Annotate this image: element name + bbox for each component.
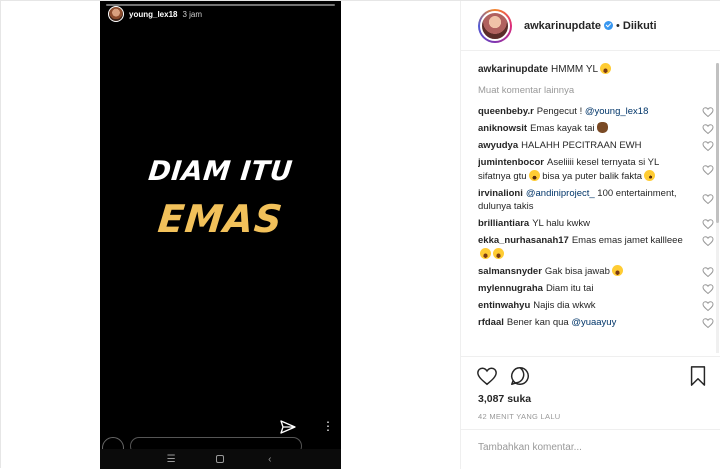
comment-row: awyudya HALAHH PECITRAAN EWH	[478, 139, 714, 153]
profile-avatar[interactable]	[478, 8, 512, 43]
like-comment-icon[interactable]	[702, 218, 714, 230]
comment-username[interactable]: mylennugraha	[478, 283, 543, 294]
comment-mention[interactable]: @yuaayuy	[571, 317, 616, 328]
comment-text: HALAHH PECITRAAN EWH	[521, 140, 642, 151]
like-comment-icon[interactable]	[702, 235, 714, 247]
comment-row: brilliantiara YL halu kwkw	[478, 217, 714, 231]
like-comment-icon[interactable]	[702, 317, 714, 329]
comment-username[interactable]: awyudya	[478, 140, 518, 151]
comment-username[interactable]: irvinalioni	[478, 188, 523, 199]
verified-icon	[604, 20, 614, 30]
comment-row: aniknowsit Emas kayak tai	[478, 122, 714, 136]
post-actions: 3,087 suka 42 MENIT YANG LALU	[461, 356, 720, 436]
comment-text-continued: bisa ya puter balik fakta	[539, 170, 643, 182]
like-comment-icon[interactable]	[702, 106, 714, 118]
comments-list[interactable]: awkarinupdate HMMM YL Muat komentar lainn…	[478, 63, 714, 355]
comment-text: Emas emas jamet kallleee	[571, 235, 683, 246]
like-comment-icon[interactable]	[702, 300, 714, 312]
comment-text: YL halu kwkw	[532, 218, 590, 229]
send-icon	[280, 420, 296, 434]
story-text-line2: EMAS	[155, 197, 286, 241]
bookmark-icon[interactable]	[687, 365, 709, 387]
comment-username[interactable]: brilliantiara	[478, 218, 529, 229]
story-screenshot: young_lex18 3 jam DIAM ITU EMAS ⋮ ☰ ‹	[100, 1, 341, 469]
comment-text: Pengecut !	[536, 106, 585, 117]
post-username-text: awkarinupdate	[524, 19, 602, 32]
like-comment-icon[interactable]	[702, 266, 714, 278]
story-avatar	[108, 6, 124, 22]
comment-text: Diam itu tai	[545, 282, 594, 294]
comment-username[interactable]: salmansnyder	[478, 266, 542, 277]
scrollbar-thumb[interactable]	[716, 63, 719, 223]
story-header: young_lex18 3 jam	[108, 6, 202, 22]
comment-text: Bener kan qua	[506, 316, 572, 328]
poop-emoji-icon	[596, 122, 608, 133]
comment-text: Najis dia wkwk	[533, 299, 596, 311]
story-text-line1: DIAM ITU	[146, 156, 295, 187]
instagram-post-window: young_lex18 3 jam DIAM ITU EMAS ⋮ ☰ ‹ aw…	[0, 0, 720, 469]
comment-text: Emas kayak tai	[530, 123, 595, 134]
like-comment-icon[interactable]	[702, 140, 714, 152]
android-navbar: ☰ ‹	[100, 449, 341, 469]
avatar-image	[480, 10, 510, 41]
comment-row: jumintenbocor Aseliiii kesel ternyata si …	[478, 156, 714, 183]
back-icon: ‹	[268, 453, 272, 465]
comment-row: ekka_nurhasanah17 Emas emas jamet kalllee…	[478, 234, 714, 261]
comment-row: entinwahyu Najis dia wkwk	[478, 299, 714, 313]
tired-emoji-icon	[528, 169, 540, 181]
comment-row: salmansnyder Gak bisa jawab	[478, 264, 714, 279]
comment-row: queenbeby.r Pengecut ! @young_lex18	[478, 105, 714, 119]
like-comment-icon[interactable]	[702, 283, 714, 295]
comment-mention[interactable]: @andiniproject_	[526, 188, 595, 199]
more-options-icon: ⋮	[322, 419, 334, 433]
comment-bubble-icon[interactable]	[509, 365, 531, 387]
comment-mention[interactable]: @young_lex18	[585, 106, 649, 117]
recent-apps-icon: ☰	[166, 453, 176, 465]
like-heart-icon[interactable]	[476, 365, 498, 387]
comment-username[interactable]: entinwahyu	[478, 300, 530, 311]
story-username: young_lex18	[129, 9, 178, 19]
comment-username[interactable]: ekka_nurhasanah17	[478, 235, 569, 246]
smirk-emoji-icon	[644, 169, 656, 181]
laughing-emoji-icon	[611, 264, 623, 276]
media-panel: young_lex18 3 jam DIAM ITU EMAS ⋮ ☰ ‹	[1, 1, 460, 469]
post-timestamp: 42 MENIT YANG LALU	[478, 412, 561, 421]
caption-username[interactable]: awkarinupdate	[478, 64, 548, 75]
comment-text: Gak bisa jawab	[544, 265, 610, 277]
following-button[interactable]: Diikuti	[623, 20, 657, 32]
comment-username[interactable]: jumintenbocor	[478, 157, 544, 168]
add-comment-bar	[461, 429, 720, 469]
laughing-emoji-icon	[480, 247, 491, 259]
comment-username[interactable]: queenbeby.r	[478, 106, 534, 117]
separator-dot: •	[616, 19, 620, 32]
like-comment-icon[interactable]	[702, 164, 714, 176]
add-comment-input[interactable]	[478, 442, 703, 453]
post-sidebar: awkarinupdate • Diikuti awkarinupdate HMM…	[460, 1, 720, 469]
likes-count[interactable]: 3,087 suka	[478, 393, 531, 405]
comment-row: mylennugraha Diam itu tai	[478, 282, 714, 296]
laughing-emoji-icon	[600, 63, 612, 74]
story-time: 3 jam	[182, 9, 203, 19]
like-comment-icon[interactable]	[702, 193, 714, 205]
load-more-comments-link[interactable]: Muat komentar lainnya	[478, 85, 714, 96]
comment-username[interactable]: aniknowsit	[478, 123, 527, 134]
comment-username[interactable]: rfdaal	[478, 317, 504, 328]
comments-scrollbar[interactable]	[716, 63, 719, 353]
home-icon	[216, 455, 225, 463]
laughing-emoji-icon	[493, 247, 504, 259]
caption-text: HMMM YL	[551, 64, 599, 75]
comment-row: rfdaal Bener kan qua @yuaayuy	[478, 316, 714, 330]
like-comment-icon[interactable]	[702, 123, 714, 135]
comment-row: irvinalioni @andiniproject_ 100 entertain…	[478, 187, 714, 214]
post-username[interactable]: awkarinupdate	[524, 19, 614, 32]
post-header: awkarinupdate • Diikuti	[461, 1, 720, 51]
post-caption: awkarinupdate HMMM YL	[478, 63, 714, 77]
